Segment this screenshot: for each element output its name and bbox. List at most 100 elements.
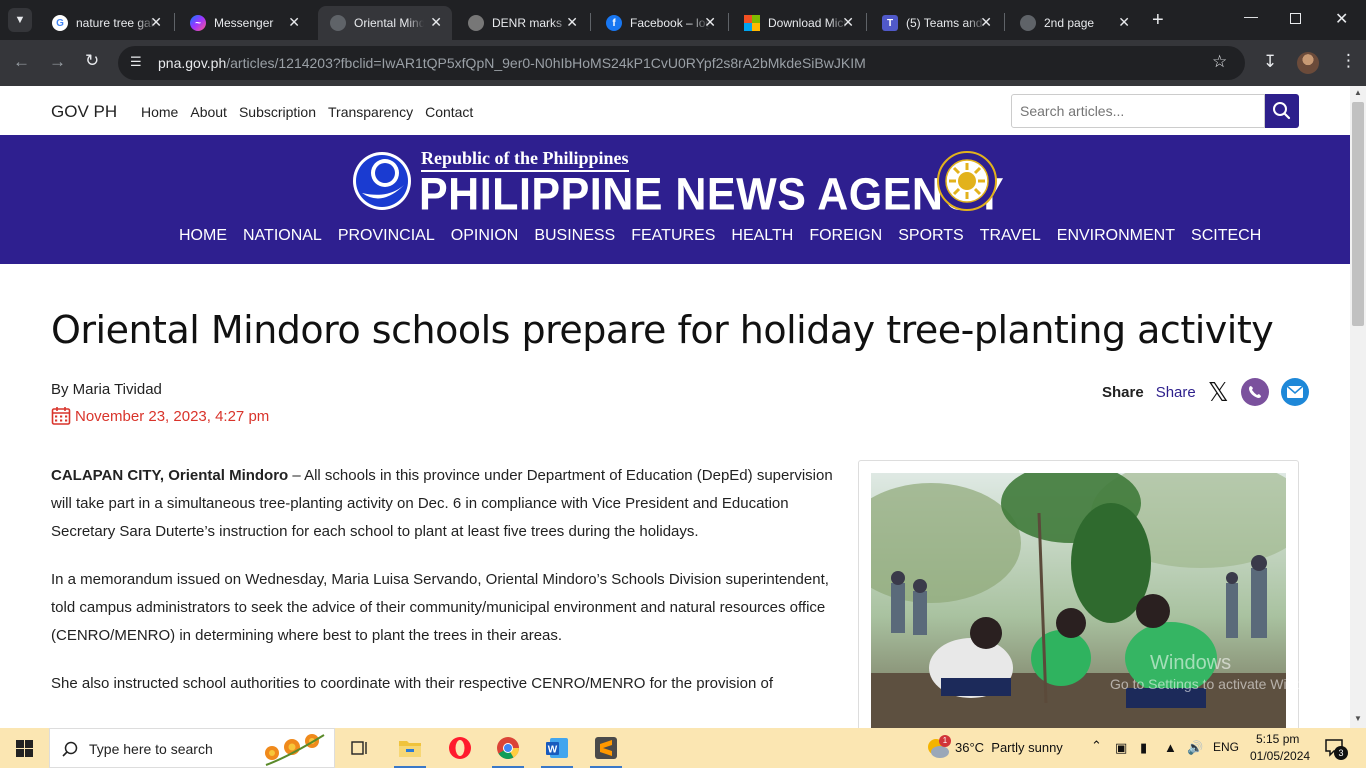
messenger-icon: ~: [190, 15, 206, 31]
sublime-button[interactable]: [582, 728, 630, 768]
article-paragraph: In a memorandum issued on Wednesday, Mar…: [51, 571, 829, 644]
page-scrollbar[interactable]: ▲ ▼: [1350, 86, 1366, 728]
republic-text: Republic of the Philippines: [421, 148, 629, 172]
search-input[interactable]: [1011, 94, 1265, 128]
reload-icon[interactable]: ↻: [85, 51, 99, 71]
windows-start-icon[interactable]: [16, 740, 33, 757]
article-byline: By Maria Tividad: [51, 381, 162, 398]
main-nav-health[interactable]: HEALTH: [731, 227, 793, 245]
site-settings-icon[interactable]: ☰: [130, 54, 142, 70]
bookmark-star-icon[interactable]: ☆: [1212, 52, 1227, 72]
main-nav-sports[interactable]: SPORTS: [898, 227, 964, 245]
search-button[interactable]: [1265, 94, 1299, 128]
windows-taskbar: Type here to search W 1 36°C Partly sunn…: [0, 728, 1366, 768]
main-nav-scitech[interactable]: SCITECH: [1191, 227, 1261, 245]
close-tab-icon[interactable]: ✕: [980, 14, 992, 31]
pcoo-seal-icon: [937, 151, 997, 211]
main-nav-national[interactable]: NATIONAL: [243, 227, 322, 245]
pna-banner: Republic of the Philippines PHILIPPINE N…: [0, 135, 1350, 264]
tab-2[interactable]: Oriental Mindoro schools ✕: [318, 6, 452, 40]
x-share-icon[interactable]: 𝕏: [1208, 378, 1229, 406]
close-tab-icon[interactable]: ✕: [288, 14, 300, 31]
opera-icon: [449, 737, 471, 759]
network-icon[interactable]: ▲: [1164, 740, 1177, 755]
chrome-button[interactable]: [484, 728, 532, 768]
nav-link-transparency[interactable]: Transparency: [328, 104, 413, 120]
email-share-icon[interactable]: [1280, 378, 1309, 406]
nav-link-contact[interactable]: Contact: [425, 104, 473, 120]
share-label: Share: [1102, 383, 1144, 401]
pna-logo-icon[interactable]: [352, 151, 412, 211]
scroll-down-icon[interactable]: ▼: [1354, 714, 1362, 723]
article-photo-card: [858, 460, 1299, 740]
nav-link-about[interactable]: About: [190, 104, 227, 120]
forward-icon[interactable]: →: [49, 52, 66, 72]
main-nav-opinion[interactable]: OPINION: [451, 227, 519, 245]
file-explorer-button[interactable]: [386, 728, 434, 768]
browser-toolbar: ← → ↻ ☰ pna.gov.ph/articles/1214203?fbcl…: [0, 40, 1366, 86]
clock-time[interactable]: 5:15 pm: [1256, 732, 1299, 746]
close-tab-icon[interactable]: ✕: [842, 14, 854, 31]
tab-search-button[interactable]: ▼: [8, 8, 32, 32]
main-nav-business[interactable]: BUSINESS: [534, 227, 615, 245]
word-icon: W: [546, 738, 568, 758]
chrome-icon: [497, 737, 519, 759]
main-nav-provincial[interactable]: PROVINCIAL: [338, 227, 435, 245]
scrollbar-thumb[interactable]: [1352, 102, 1364, 326]
clock-date[interactable]: 01/05/2024: [1250, 749, 1310, 763]
minimize-button[interactable]: —: [1244, 8, 1258, 24]
weather-text[interactable]: 36°C Partly sunny: [955, 740, 1063, 755]
opera-button[interactable]: [436, 728, 484, 768]
tab-3[interactable]: DENR marks ✕: [456, 6, 588, 40]
tab-1[interactable]: ~ Messenger ✕: [178, 6, 310, 40]
task-view-button[interactable]: [336, 728, 384, 768]
download-icon[interactable]: ↧: [1263, 52, 1277, 72]
word-button[interactable]: W: [533, 728, 581, 768]
search-highlight-flowers-icon: [265, 734, 325, 766]
notifications-count: 3: [1334, 746, 1348, 760]
svg-text:W: W: [548, 745, 558, 756]
tab-5[interactable]: Download Microsoft ✕: [732, 6, 864, 40]
close-tab-icon[interactable]: ✕: [704, 14, 716, 31]
nav-link-subscription[interactable]: Subscription: [239, 104, 316, 120]
avatar[interactable]: [1297, 52, 1319, 74]
close-tab-icon[interactable]: ✕: [430, 14, 442, 31]
main-nav-home[interactable]: HOME: [179, 227, 227, 245]
close-window-button[interactable]: ✕: [1335, 9, 1348, 29]
tab-0[interactable]: G nature tree gallery ✕: [40, 6, 172, 40]
gov-ph-link[interactable]: GOV PH: [51, 102, 117, 122]
language-indicator[interactable]: ENG: [1213, 740, 1239, 754]
main-nav-features[interactable]: FEATURES: [631, 227, 715, 245]
facebook-share-button[interactable]: Share: [1156, 384, 1196, 401]
tab-4[interactable]: f Facebook – log in ✕: [594, 6, 726, 40]
restore-button[interactable]: [1290, 13, 1301, 24]
back-icon[interactable]: ←: [13, 52, 30, 72]
browser-menu-icon[interactable]: ⋮: [1340, 51, 1357, 71]
address-bar[interactable]: ☰ pna.gov.ph/articles/1214203?fbclid=IwA…: [118, 46, 1245, 80]
microsoft-icon: [744, 15, 760, 31]
battery-icon[interactable]: ▮: [1140, 740, 1147, 756]
denr-icon: [468, 15, 484, 31]
tray-chevron-icon[interactable]: ⌃: [1091, 738, 1102, 754]
tab-6[interactable]: T (5) Teams and ✕: [870, 6, 1002, 40]
tab-7[interactable]: 2nd page ✕: [1008, 6, 1140, 40]
meet-now-icon[interactable]: ▣: [1115, 740, 1127, 756]
main-nav-foreign[interactable]: FOREIGN: [809, 227, 882, 245]
sublime-icon: [595, 737, 617, 759]
nav-link-home[interactable]: Home: [141, 104, 178, 120]
url-path: /articles/1214203?fbclid=IwAR1tQP5xfQpN_…: [226, 55, 866, 71]
new-tab-button[interactable]: +: [1152, 9, 1164, 32]
close-tab-icon[interactable]: ✕: [1118, 14, 1130, 31]
article-photo[interactable]: [871, 473, 1286, 733]
weather-badge: 1: [939, 735, 951, 747]
scroll-up-icon[interactable]: ▲: [1354, 88, 1362, 97]
main-nav-travel[interactable]: TRAVEL: [980, 227, 1041, 245]
volume-icon[interactable]: 🔊: [1187, 740, 1203, 756]
calendar-icon: [51, 407, 71, 425]
close-tab-icon[interactable]: ✕: [566, 14, 578, 31]
viber-share-icon[interactable]: [1240, 378, 1269, 406]
taskbar-search[interactable]: Type here to search: [49, 728, 335, 768]
close-tab-icon[interactable]: ✕: [150, 14, 162, 31]
task-view-icon: [351, 741, 367, 755]
main-nav-environment[interactable]: ENVIRONMENT: [1057, 227, 1175, 245]
